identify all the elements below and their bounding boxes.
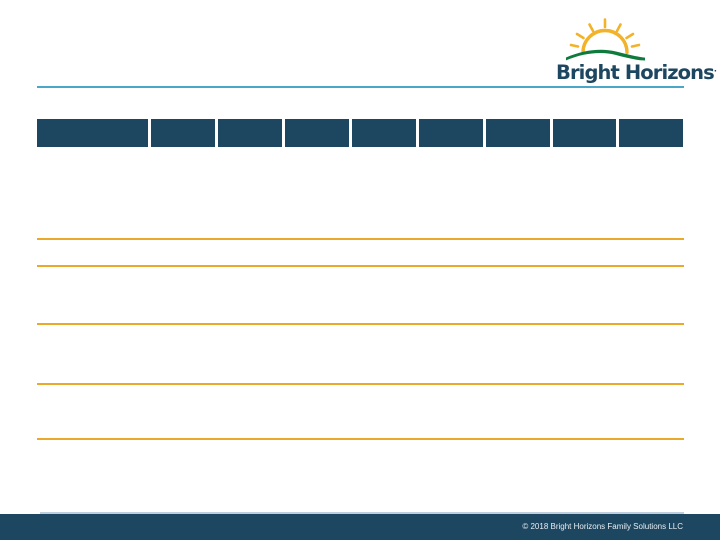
table-header-cell[interactable] [352, 119, 416, 147]
sunrise-icon [562, 18, 648, 62]
row-divider-rule [37, 265, 684, 267]
logo-trademark: . [713, 64, 717, 73]
table-header-cell[interactable] [37, 119, 148, 147]
header-divider-rule [37, 86, 684, 88]
row-divider-rule [37, 323, 684, 325]
logo-wordmark-text: Bright Horizons [556, 60, 715, 84]
table-header-cell[interactable] [619, 119, 683, 147]
table-header-cell[interactable] [285, 119, 349, 147]
row-divider-rule [37, 438, 684, 440]
table-header-cell[interactable] [419, 119, 483, 147]
row-divider-rule [37, 383, 684, 385]
table-header-cell[interactable] [553, 119, 616, 147]
footer-copyright: © 2018 Bright Horizons Family Solutions … [522, 522, 683, 531]
row-divider-rule [37, 238, 684, 240]
table-header-row [37, 119, 684, 147]
slide-body-region [37, 150, 684, 450]
slide-canvas: Bright Horizons. © 2018 Bright Horizons … [0, 0, 720, 540]
brand-logo: Bright Horizons. [556, 18, 717, 83]
table-header-cell[interactable] [486, 119, 550, 147]
table-header-cell[interactable] [151, 119, 215, 147]
logo-wordmark: Bright Horizons. [556, 58, 717, 83]
table-header-cell[interactable] [218, 119, 282, 147]
